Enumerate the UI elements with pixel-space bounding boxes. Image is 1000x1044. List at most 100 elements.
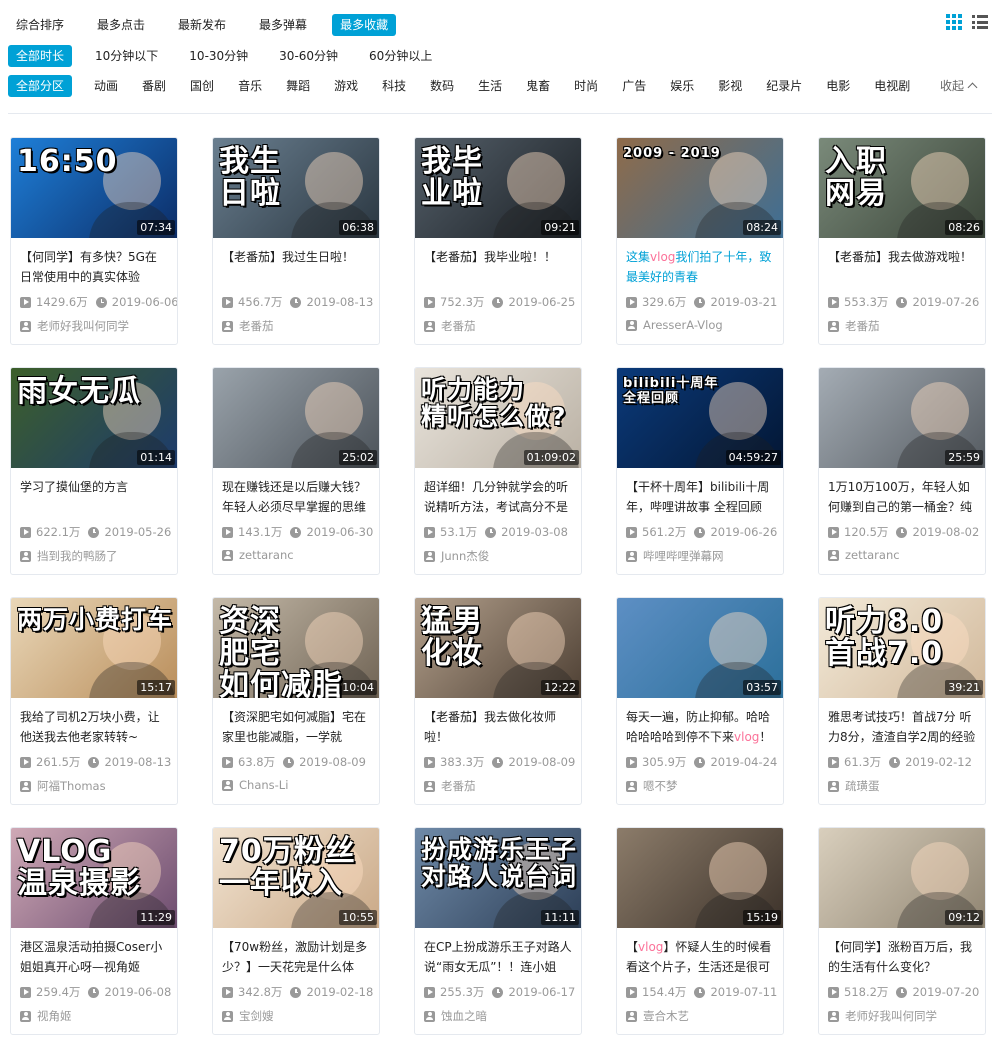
video-author[interactable]: zettaranc [213,548,379,562]
zone-filter-0[interactable]: 全部分区 [8,75,73,97]
video-card[interactable]: 03:57 每天一遍，防止抑郁。哈哈哈哈哈哈到停不下来vlog！ 305.9万 201… [616,597,784,805]
video-title[interactable]: 这集vlog我们拍了十年，致最美好的青春 [617,247,783,287]
video-author[interactable]: 老番茄 [415,778,581,794]
video-thumbnail[interactable]: 我毕 业啦 09:21 [415,138,581,238]
video-card[interactable]: 15:19 【vlog】怀疑人生的时候看看这个片子，生活还是很可 154.4万 201… [616,827,784,1035]
video-title[interactable]: 我给了司机2万块小费，让他送我去他老家转转~ [11,707,177,747]
video-thumbnail[interactable]: 25:02 [213,368,379,468]
duration-filter-1[interactable]: 10分钟以下 [87,45,166,67]
video-title[interactable]: 【老番茄】我过生日啦！ [213,247,379,287]
sort-tab-3[interactable]: 最多弹幕 [251,14,315,36]
collapse-button[interactable]: 收起 [940,74,978,98]
zone-filter-14[interactable]: 影视 [710,75,750,97]
zone-filter-8[interactable]: 数码 [422,75,462,97]
zone-filter-12[interactable]: 广告 [614,75,654,97]
video-thumbnail[interactable]: bilibili十周年 全程回顾 04:59:27 [617,368,783,468]
video-thumbnail[interactable]: 70万粉丝 一年收入 10:55 [213,828,379,928]
zone-filter-7[interactable]: 科技 [374,75,414,97]
duration-filter-4[interactable]: 60分钟以上 [361,45,440,67]
video-card[interactable]: 16:50 07:34 【何同学】有多快？5G在日常使用中的真实体验 1429.6万 2… [10,137,178,345]
video-thumbnail[interactable]: 25:59 [819,368,985,468]
video-author[interactable]: 老番茄 [415,318,581,334]
video-title[interactable]: 现在赚钱还是以后赚大钱？年轻人必须尽早掌握的思维 [213,477,379,517]
video-card[interactable]: 09:12 【何同学】涨粉百万后，我的生活有什么变化？ 518.2万 2019-07-… [818,827,986,1035]
video-author[interactable]: 老番茄 [819,318,985,334]
video-thumbnail[interactable]: 两万小费打车 15:17 [11,598,177,698]
video-card[interactable]: 听力8.0 首战7.0 39:21 雅思考试技巧！首战7分 听力8分，渣渣自学2周的… [818,597,986,805]
video-card[interactable]: 听力能力 精听怎么做? 01:09:02 超详细！几分钟就学会的听说精听方法，考试高… [414,367,582,575]
video-title[interactable]: 【老番茄】我去做游戏啦！ [819,247,985,287]
duration-filter-2[interactable]: 10-30分钟 [181,45,256,67]
zone-filter-10[interactable]: 鬼畜 [518,75,558,97]
video-title[interactable]: 【干杯十周年】bilibili十周年，哔哩讲故事 全程回顾 [617,477,783,517]
video-thumbnail[interactable]: VLOG 温泉摄影 11:29 [11,828,177,928]
video-author[interactable]: 宝剑嫂 [213,1008,379,1024]
video-title[interactable]: 雅思考试技巧！首战7分 听力8分，渣渣自学2周的经验 [819,707,985,747]
video-title[interactable]: 【资深肥宅如何减脂】宅在家里也能减脂，一学就 [213,707,379,747]
video-card[interactable]: 猛男 化妆 12:22 【老番茄】我去做化妆师啦！ 383.3万 2019-08-09 老… [414,597,582,805]
video-title[interactable]: 【70w粉丝，激励计划是多少？】一天花完是什么体 [213,937,379,977]
video-card[interactable]: 扮成游乐王子 对路人说台词 11:11 在CP上扮成游乐王子对路人说“雨女无瓜”！！… [414,827,582,1035]
video-title[interactable]: 超详细！几分钟就学会的听说精听方法，考试高分不是梦 [415,477,581,517]
video-title[interactable]: 【vlog】怀疑人生的时候看看这个片子，生活还是很可 [617,937,783,977]
video-author[interactable]: 老师好我叫何同学 [11,318,177,334]
video-author[interactable]: zettaranc [819,548,985,562]
video-author[interactable]: 阿福Thomas [11,778,177,794]
video-card[interactable]: 入职 网易 08:26 【老番茄】我去做游戏啦！ 553.3万 2019-07-26 老番… [818,137,986,345]
video-card[interactable]: 我生 日啦 06:38 【老番茄】我过生日啦！ 456.7万 2019-08-13 老番茄 [212,137,380,345]
video-thumbnail[interactable]: 资深 肥宅 如何减脂 10:04 [213,598,379,698]
video-thumbnail[interactable]: 我生 日啦 06:38 [213,138,379,238]
video-title[interactable]: 【何同学】有多快？5G在日常使用中的真实体验 [11,247,177,287]
zone-filter-5[interactable]: 舞蹈 [278,75,318,97]
video-title[interactable]: 在CP上扮成游乐王子对路人说“雨女无瓜”！！连小姐 [415,937,581,977]
zone-filter-15[interactable]: 纪录片 [758,75,810,97]
video-card[interactable]: 25:59 1万10万100万，年轻人如何赚到自己的第一桶金？纯 120.5万 201… [818,367,986,575]
video-author[interactable]: Chans-Li [213,778,379,792]
video-thumbnail[interactable]: 听力8.0 首战7.0 39:21 [819,598,985,698]
video-title[interactable]: 每天一遍，防止抑郁。哈哈哈哈哈哈到停不下来vlog！ [617,707,783,747]
video-author[interactable]: 嗯不梦 [617,778,783,794]
sort-tab-1[interactable]: 最多点击 [89,14,153,36]
video-thumbnail[interactable]: 03:57 [617,598,783,698]
video-title[interactable]: 1万10万100万，年轻人如何赚到自己的第一桶金？纯 [819,477,985,517]
zone-filter-4[interactable]: 音乐 [230,75,270,97]
video-thumbnail[interactable]: 猛男 化妆 12:22 [415,598,581,698]
video-card[interactable]: VLOG 温泉摄影 11:29 港区温泉活动拍摄Coser小姐姐真开心呀—视角姬 25… [10,827,178,1035]
video-author[interactable]: 壹合木艺 [617,1008,783,1024]
video-thumbnail[interactable]: 扮成游乐王子 对路人说台词 11:11 [415,828,581,928]
grid-view-icon[interactable] [946,14,962,30]
video-card[interactable]: 25:02 现在赚钱还是以后赚大钱？年轻人必须尽早掌握的思维 143.1万 2019-… [212,367,380,575]
zone-filter-9[interactable]: 生活 [470,75,510,97]
video-card[interactable]: 两万小费打车 15:17 我给了司机2万块小费，让他送我去他老家转转~ 261.5万 2… [10,597,178,805]
video-author[interactable]: 视角姬 [11,1008,177,1024]
video-card[interactable]: 雨女无瓜 01:14 学习了摸仙堡的方言 622.1万 2019-05-26 挡到我的鸭肠… [10,367,178,575]
video-card[interactable]: bilibili十周年 全程回顾 04:59:27 【干杯十周年】bilibili十… [616,367,784,575]
zone-filter-16[interactable]: 电影 [818,75,858,97]
video-title[interactable]: 学习了摸仙堡的方言 [11,477,177,517]
zone-filter-11[interactable]: 时尚 [566,75,606,97]
zone-filter-6[interactable]: 游戏 [326,75,366,97]
list-view-icon[interactable] [972,14,988,30]
video-title[interactable]: 【何同学】涨粉百万后，我的生活有什么变化？ [819,937,985,977]
video-thumbnail[interactable]: 15:19 [617,828,783,928]
video-title[interactable]: 港区温泉活动拍摄Coser小姐姐真开心呀—视角姬 [11,937,177,977]
duration-filter-3[interactable]: 30-60分钟 [271,45,346,67]
video-thumbnail[interactable]: 雨女无瓜 01:14 [11,368,177,468]
video-thumbnail[interactable]: 09:12 [819,828,985,928]
zone-filter-2[interactable]: 番剧 [134,75,174,97]
video-card[interactable]: 2009 - 2019 08:24 这集vlog我们拍了十年，致最美好的青春 329.… [616,137,784,345]
sort-tab-0[interactable]: 综合排序 [8,14,72,36]
duration-filter-0[interactable]: 全部时长 [8,45,73,67]
zone-filter-1[interactable]: 动画 [86,75,126,97]
video-thumbnail[interactable]: 16:50 07:34 [11,138,177,238]
video-card[interactable]: 资深 肥宅 如何减脂 10:04 【资深肥宅如何减脂】宅在家里也能减脂，一学就 63.… [212,597,380,805]
sort-tab-2[interactable]: 最新发布 [170,14,234,36]
video-thumbnail[interactable]: 听力能力 精听怎么做? 01:09:02 [415,368,581,468]
zone-filter-17[interactable]: 电视剧 [866,75,918,97]
video-title[interactable]: 【老番茄】我毕业啦！！ [415,247,581,287]
zone-filter-3[interactable]: 国创 [182,75,222,97]
video-author[interactable]: 挡到我的鸭肠了 [11,548,177,564]
video-title[interactable]: 【老番茄】我去做化妆师啦！ [415,707,581,747]
video-author[interactable]: AresserA-Vlog [617,318,783,332]
video-author[interactable]: 哔哩哔哩弹幕网 [617,548,783,564]
